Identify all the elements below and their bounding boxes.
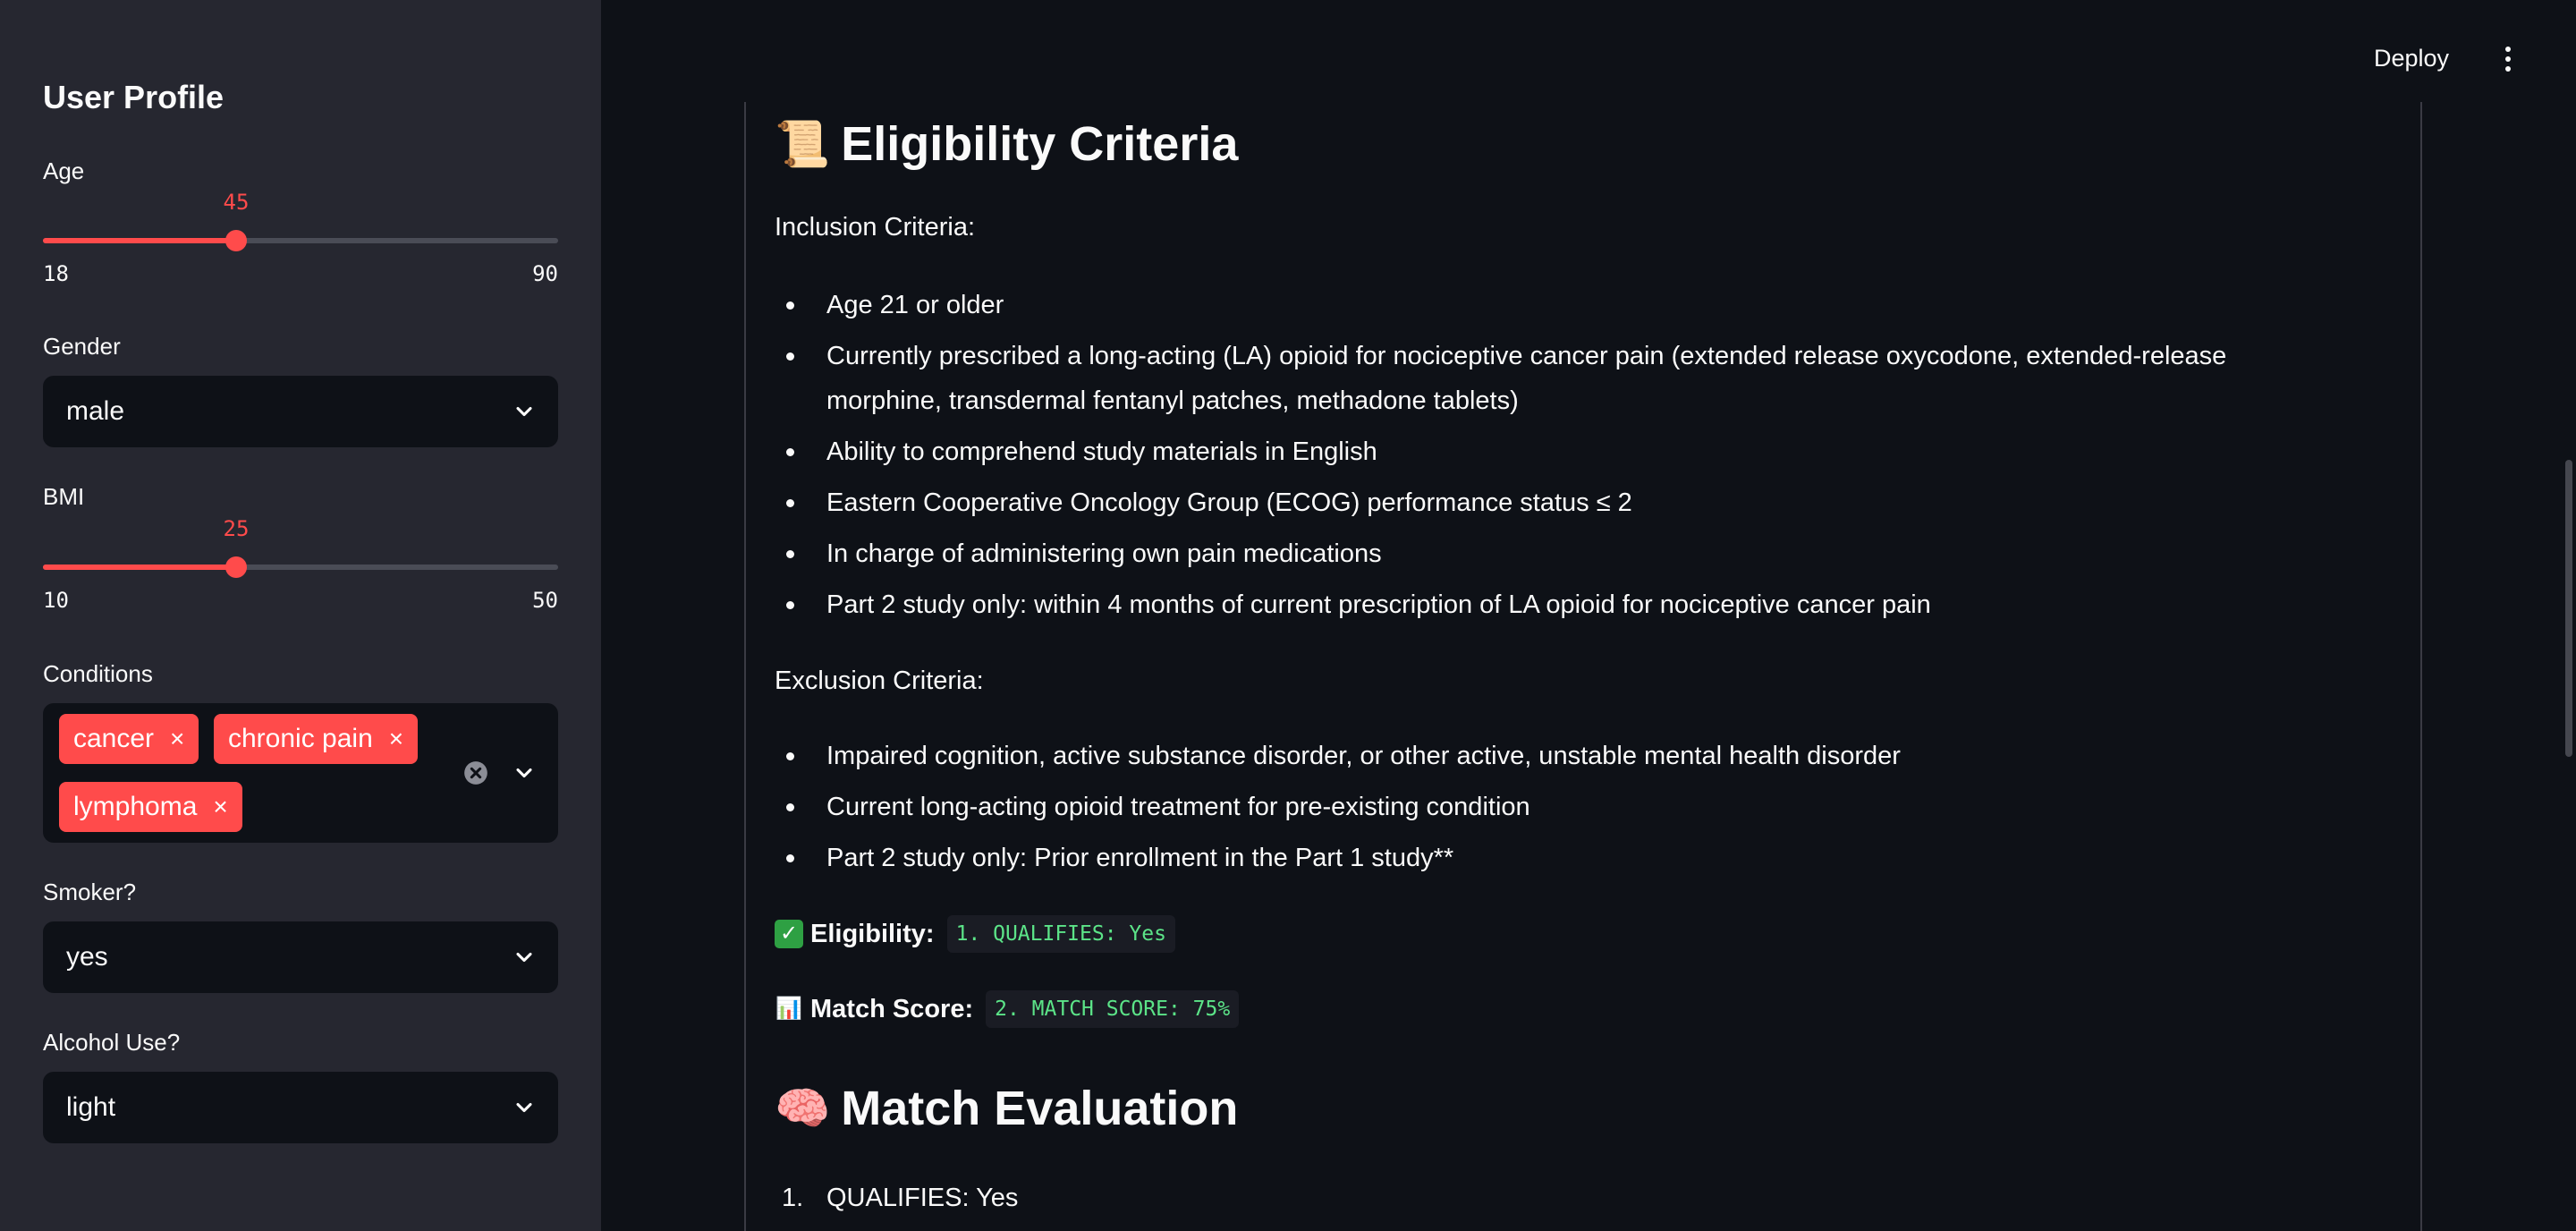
clear-all-icon[interactable] [463,760,488,785]
age-slider-thumb[interactable] [225,230,247,251]
check-icon: ✓ [775,920,803,948]
chevron-down-icon[interactable] [512,945,537,970]
alcohol-label: Alcohol Use? [43,1029,181,1056]
eligibility-label: Eligibility: [810,919,935,948]
result-panel [744,102,2422,1231]
condition-chip-label: chronic pain [228,724,373,753]
condition-chip[interactable]: cancer × [59,714,199,764]
list-item: Impaired cognition, active substance dis… [775,734,2331,778]
list-item-text: QUALIFIES: Yes [826,1184,1019,1212]
sidebar-title: User Profile [43,79,225,115]
smoker-select[interactable]: yes [43,921,558,993]
chevron-down-icon[interactable] [512,760,537,785]
age-slider-min: 18 [43,261,69,286]
condition-chip[interactable]: chronic pain × [214,714,419,764]
chevron-down-icon[interactable] [512,1095,537,1120]
sidebar: User Profile Age 45 18 90 Gender male BM… [0,0,601,1231]
bmi-slider-fill [43,565,236,570]
chevron-down-icon[interactable] [512,399,537,424]
eligibility-heading-text: Eligibility Criteria [841,117,1239,171]
gender-label: Gender [43,333,121,360]
bmi-slider-min: 10 [43,588,69,613]
smoker-label: Smoker? [43,879,137,905]
age-slider[interactable]: 45 18 90 [43,172,558,286]
eligibility-heading: 📜 Eligibility Criteria [775,116,1238,172]
conditions-label: Conditions [43,660,153,687]
remove-chip-icon[interactable]: × [170,726,184,751]
conditions-multiselect[interactable]: cancer × chronic pain × lymphoma × [43,703,558,843]
condition-chip-label: lymphoma [73,792,198,821]
bmi-slider-thumb[interactable] [225,556,247,578]
match-evaluation-heading-text: Match Evaluation [841,1082,1239,1135]
list-item: Eastern Cooperative Oncology Group (ECOG… [775,480,2331,525]
bar-chart-icon: 📊 [775,997,802,1021]
deploy-button[interactable]: Deploy [2374,45,2449,72]
scroll-icon: 📜 [775,118,831,169]
alcohol-select[interactable]: light [43,1072,558,1143]
smoker-select-value: yes [66,942,108,972]
app-root: User Profile Age 45 18 90 Gender male BM… [0,0,2576,1231]
gender-select-value: male [66,396,125,426]
list-item: Age 21 or older [775,283,2331,327]
inclusion-label: Inclusion Criteria: [775,213,976,242]
brain-icon: 🧠 [775,1082,831,1133]
age-slider-max: 90 [532,261,558,286]
bmi-slider[interactable]: 25 10 50 [43,498,558,613]
bmi-slider-max: 50 [532,588,558,613]
inclusion-list: Age 21 or older Currently prescribed a l… [775,283,2331,633]
bmi-slider-value: 25 [223,516,250,541]
condition-chip-label: cancer [73,724,155,753]
more-menu-icon[interactable] [2496,45,2521,73]
main-scrollbar[interactable] [2565,460,2572,757]
evaluation-list: 1. QUALIFIES: Yes [775,1176,2331,1227]
list-item: 1. QUALIFIES: Yes [775,1176,2331,1220]
eligibility-result: ✓ Eligibility: 1. QUALIFIES: Yes [775,915,1175,953]
list-item: Currently prescribed a long-acting (LA) … [775,334,2331,423]
list-item: Current long-acting opioid treatment for… [775,785,2331,829]
remove-chip-icon[interactable]: × [389,726,403,751]
list-item: Ability to comprehend study materials in… [775,429,2331,474]
match-score-label: Match Score: [810,994,974,1023]
match-score-value: 2. MATCH SCORE: 75% [986,990,1240,1028]
exclusion-label: Exclusion Criteria: [775,666,984,695]
match-score-result: 📊 Match Score: 2. MATCH SCORE: 75% [775,990,1240,1028]
list-item: Part 2 study only: within 4 months of cu… [775,582,2331,627]
remove-chip-icon[interactable]: × [213,794,227,819]
age-slider-value: 45 [223,190,250,215]
exclusion-list: Impaired cognition, active substance dis… [775,734,2331,887]
list-item: Part 2 study only: Prior enrollment in t… [775,836,2331,880]
list-item: In charge of administering own pain medi… [775,531,2331,576]
condition-chip[interactable]: lymphoma × [59,782,242,832]
gender-select[interactable]: male [43,376,558,447]
eligibility-value: 1. QUALIFIES: Yes [946,915,1175,953]
list-item-number: 1. [782,1184,804,1212]
age-slider-fill [43,238,236,243]
match-evaluation-heading: 🧠 Match Evaluation [775,1081,1238,1136]
alcohol-select-value: light [66,1092,116,1122]
